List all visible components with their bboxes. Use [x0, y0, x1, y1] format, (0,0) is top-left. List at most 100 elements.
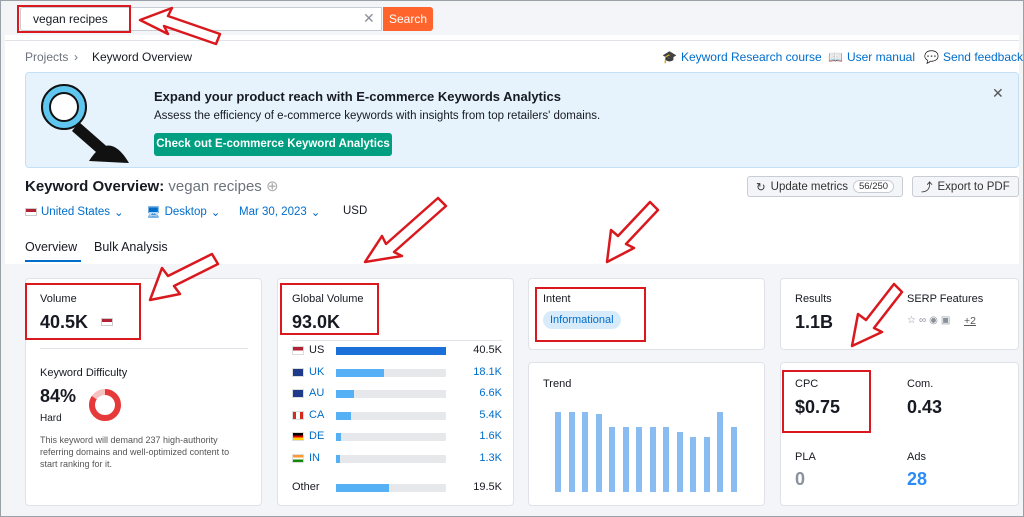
tab-overview[interactable]: Overview — [25, 240, 77, 254]
manual-link[interactable]: 📖 User manual — [828, 50, 915, 64]
share-bar — [336, 390, 354, 398]
country-volume: 19.5K — [473, 481, 502, 493]
au-flag-icon — [292, 389, 304, 398]
device-dropdown[interactable]: 🖥 Desktop ⌄ — [146, 205, 220, 219]
country-volume: 5.4K — [479, 408, 502, 421]
trend-bar[interactable] — [582, 412, 588, 492]
update-metrics-button[interactable]: ↻ Update metrics 56/250 — [747, 176, 904, 197]
share-bar — [336, 347, 446, 355]
trend-bar[interactable] — [730, 427, 737, 492]
difficulty-value: 84% — [40, 386, 77, 406]
divider — [40, 348, 248, 349]
results-value: 1.1B — [795, 312, 834, 332]
share-bar — [336, 484, 389, 492]
trend-bar[interactable] — [622, 427, 629, 492]
ads-value[interactable]: 28 — [907, 469, 927, 490]
country-code: Other — [292, 481, 320, 493]
clear-icon[interactable]: ✕ — [363, 10, 375, 27]
video-icon: ◉ — [929, 315, 941, 326]
chevron-down-icon: ⌄ — [310, 207, 321, 219]
country-row-au[interactable]: AU 6.6K — [292, 387, 502, 401]
results-label: Results — [795, 293, 832, 305]
update-count-badge: 56/250 — [852, 180, 895, 193]
country-code: AU — [309, 387, 325, 399]
ca-flag-icon — [292, 410, 304, 420]
us-flag-icon — [292, 346, 304, 355]
chevron-down-icon: ⌄ — [114, 207, 124, 219]
course-link[interactable]: 🎓 Keyword Research course — [662, 50, 822, 64]
share-bar — [336, 454, 340, 463]
trend-bar[interactable] — [636, 427, 642, 492]
monitor-icon: 🖥 — [146, 207, 161, 219]
country-volume: 1.6K — [479, 430, 502, 442]
search-button[interactable]: Search — [383, 7, 433, 31]
uk-flag-icon — [292, 367, 304, 377]
graduation-cap-icon: 🎓 — [662, 50, 677, 64]
breadcrumb-current: Keyword Overview — [92, 50, 193, 64]
serp-icons[interactable]: ☆∞◉▣ — [907, 315, 953, 326]
country-row-other: Other 19.5K — [292, 481, 502, 495]
trend-bar[interactable] — [703, 437, 710, 492]
trend-bar[interactable] — [609, 427, 615, 492]
divider — [5, 40, 1019, 41]
date-dropdown[interactable]: Mar 30, 2023 ⌄ — [239, 205, 320, 219]
magnifier-illustration-icon — [41, 84, 129, 163]
country-code: DE — [309, 430, 325, 442]
highlight-box — [782, 370, 871, 433]
serp-more-link[interactable]: +2 — [964, 315, 976, 327]
chevron-down-icon: ⌄ — [210, 207, 221, 219]
de-flag-icon — [292, 432, 304, 441]
highlight-box — [25, 283, 141, 340]
country-code: CA — [309, 408, 325, 421]
country-row-in[interactable]: IN 1.3K — [292, 452, 502, 466]
page-keyword: vegan recipes — [168, 178, 262, 195]
share-track — [336, 484, 446, 492]
banner-subtitle: Assess the efficiency of e-commerce keyw… — [154, 110, 601, 122]
highlight-box — [280, 283, 379, 335]
country-code: US — [309, 344, 325, 356]
breadcrumb-projects[interactable]: Projects — [25, 50, 68, 64]
trend-bar[interactable] — [676, 432, 683, 492]
image-icon: ▣ — [940, 315, 954, 326]
share-track — [336, 368, 446, 377]
export-pdf-button[interactable]: ⤴ Export to PDF — [912, 176, 1019, 197]
trend-bar[interactable] — [649, 427, 656, 492]
difficulty-note: This keyword will demand 237 high-author… — [40, 435, 230, 469]
us-flag-icon — [25, 208, 37, 216]
upload-icon: ⤴ — [921, 181, 933, 194]
promo-banner: Expand your product reach with E-commerc… — [25, 72, 1019, 168]
difficulty-donut — [89, 389, 121, 421]
trend-bar[interactable] — [568, 412, 575, 492]
banner-title: Expand your product reach with E-commerc… — [154, 89, 561, 104]
in-flag-icon — [292, 453, 304, 463]
feedback-link[interactable]: 💬 Send feedback — [924, 50, 1023, 64]
country-row-uk[interactable]: UK 18.1K — [292, 366, 502, 380]
close-icon[interactable]: ✕ — [992, 85, 1004, 102]
country-volume: 40.5K — [473, 344, 502, 356]
country-row-de[interactable]: DE 1.6K — [292, 430, 502, 444]
trend-bar[interactable] — [555, 412, 561, 492]
share-bar — [336, 368, 384, 377]
tab-bulk-analysis[interactable]: Bulk Analysis — [94, 240, 168, 254]
trend-chart — [555, 398, 745, 492]
share-track — [336, 347, 446, 355]
banner-cta-button[interactable]: Check out E-commerce Keyword Analytics — [154, 133, 392, 156]
country-row-ca[interactable]: CA 5.4K — [292, 409, 502, 423]
competition-value: 0.43 — [907, 397, 943, 417]
trend-bar[interactable] — [690, 437, 696, 492]
chevron-right-icon: › — [74, 50, 78, 64]
divider — [292, 340, 502, 341]
country-volume: 6.6K — [479, 387, 502, 399]
share-track — [336, 390, 446, 398]
trend-bar[interactable] — [595, 414, 602, 492]
share-track — [336, 411, 446, 420]
difficulty-level: Hard — [40, 413, 62, 424]
currency-label: USD — [343, 205, 368, 217]
trend-bar[interactable] — [663, 427, 669, 492]
trend-label: Trend — [543, 378, 572, 390]
add-icon[interactable]: ⊕ — [266, 178, 279, 195]
page-title: Keyword Overview: vegan recipes ⊕ — [25, 178, 279, 195]
trend-bar[interactable] — [717, 412, 723, 492]
country-dropdown[interactable]: United States ⌄ — [25, 205, 124, 219]
share-bar — [336, 433, 341, 441]
